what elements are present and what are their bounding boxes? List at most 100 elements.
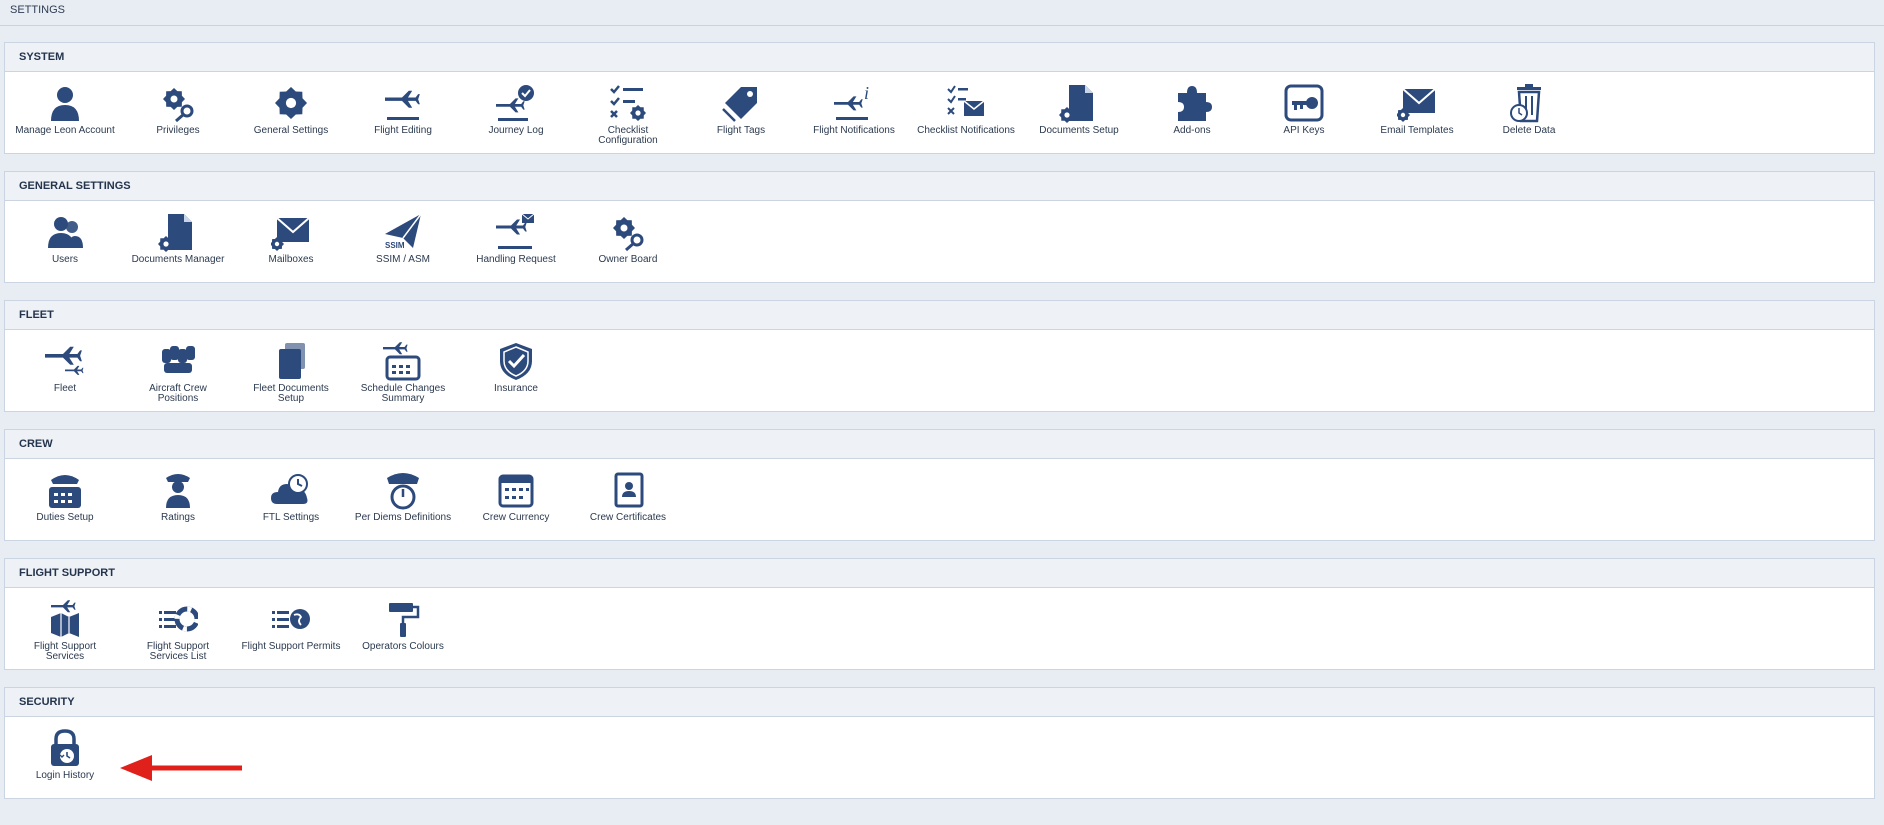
settings-item-per-diems-definitions[interactable]: Per Diems Definitions [353, 469, 453, 523]
checklist-gear-icon [606, 82, 650, 124]
section-flight-support: FLIGHT SUPPORT Flight Support Services Fli… [4, 558, 1875, 670]
section-body: Flight Support Services Flight Support Se… [5, 588, 1874, 669]
settings-item-ssim-asm[interactable]: SSIM SSIM / ASM [353, 211, 453, 265]
settings-item-journey-log[interactable]: Journey Log [466, 82, 566, 136]
settings-item-fleet[interactable]: Fleet [15, 340, 115, 394]
section-fleet: FLEET Fleet Aircraft Crew Positions Fleet D… [4, 300, 1875, 412]
settings-item-insurance[interactable]: Insurance [466, 340, 566, 394]
settings-item-delete-data[interactable]: Delete Data [1479, 82, 1579, 136]
settings-item-label: Handling Request [476, 254, 556, 265]
settings-item-label: Duties Setup [36, 512, 94, 523]
settings-item-owner-board[interactable]: Owner Board [578, 211, 678, 265]
pilot-icon [156, 469, 200, 511]
plane-mail-icon [494, 211, 538, 253]
settings-item-users[interactable]: Users [15, 211, 115, 265]
page-title: SETTINGS [0, 0, 1884, 26]
settings-item-checklist-configuration[interactable]: Checklist Configuration [578, 82, 678, 146]
shield-check-icon [494, 340, 538, 382]
settings-item-label: Per Diems Definitions [354, 512, 452, 523]
section-security: SECURITY Login History [4, 687, 1875, 799]
section-body: Manage Leon Account Privileges General Set… [5, 72, 1874, 153]
document-gear-icon [1057, 82, 1101, 124]
document-gear-icon [156, 211, 200, 253]
lock-history-icon [43, 727, 87, 769]
settings-item-login-history[interactable]: Login History [15, 727, 115, 781]
section-header: SECURITY [5, 688, 1874, 717]
settings-item-label: Owner Board [598, 254, 658, 265]
tags-icon [719, 82, 763, 124]
puzzle-icon [1170, 82, 1214, 124]
settings-item-label: Checklist Notifications [917, 125, 1015, 136]
planes-icon [43, 340, 87, 382]
settings-item-label: Flight Support Services [33, 641, 97, 662]
settings-item-label: FTL Settings [262, 512, 320, 523]
settings-item-label: API Keys [1283, 125, 1325, 136]
settings-item-crew-currency[interactable]: Crew Currency [466, 469, 566, 523]
settings-item-add-ons[interactable]: Add-ons [1142, 82, 1242, 136]
settings-item-flight-editing[interactable]: Flight Editing [353, 82, 453, 136]
trash-clock-icon [1507, 82, 1551, 124]
settings-item-crew-certificates[interactable]: Crew Certificates [578, 469, 678, 523]
settings-item-flight-support-permits[interactable]: Flight Support Permits [241, 598, 341, 652]
red-arrow-annotation [120, 755, 242, 781]
svg-text:SSIM: SSIM [385, 241, 405, 250]
settings-item-label: Crew Certificates [589, 512, 667, 523]
settings-item-mailboxes[interactable]: Mailboxes [241, 211, 341, 265]
settings-item-flight-tags[interactable]: Flight Tags [691, 82, 791, 136]
plane-map-icon [43, 598, 87, 640]
settings-item-general-settings[interactable]: General Settings [241, 82, 341, 136]
plane-check-icon [494, 82, 538, 124]
mail-gear-icon [269, 211, 313, 253]
settings-item-flight-notifications[interactable]: i Flight Notifications [804, 82, 904, 136]
settings-item-manage-leon-account[interactable]: Manage Leon Account [15, 82, 115, 136]
pilot-calendar-icon [43, 469, 87, 511]
paper-plane-icon: SSIM [381, 211, 425, 253]
settings-item-label: Fleet [53, 383, 77, 394]
gear-icon [269, 82, 313, 124]
settings-item-email-templates[interactable]: Email Templates [1367, 82, 1467, 136]
settings-item-fleet-documents-setup[interactable]: Fleet Documents Setup [241, 340, 341, 404]
settings-item-label: Insurance [494, 383, 538, 394]
plane-calendar-icon [381, 340, 425, 382]
settings-item-flight-support-services-list[interactable]: Flight Support Services List [128, 598, 228, 662]
section-header: FLIGHT SUPPORT [5, 559, 1874, 588]
settings-item-label: Checklist Configuration [598, 125, 658, 146]
settings-item-label: Documents Setup [1039, 125, 1119, 136]
settings-panels: SYSTEM Manage Leon Account Privileges Gener… [0, 42, 1884, 799]
section-body: Login History [5, 717, 1874, 798]
pilot-gauge-icon [381, 469, 425, 511]
certificate-icon [606, 469, 650, 511]
key-icon [1282, 82, 1326, 124]
settings-item-privileges[interactable]: Privileges [128, 82, 228, 136]
settings-item-flight-support-services[interactable]: Flight Support Services [15, 598, 115, 662]
settings-item-api-keys[interactable]: API Keys [1254, 82, 1354, 136]
section-header: CREW [5, 430, 1874, 459]
settings-item-ratings[interactable]: Ratings [128, 469, 228, 523]
settings-item-checklist-notifications[interactable]: Checklist Notifications [916, 82, 1016, 136]
settings-item-label: SSIM / ASM [376, 254, 430, 265]
settings-item-schedule-changes-summary[interactable]: Schedule Changes Summary [353, 340, 453, 404]
settings-item-label: Flight Support Permits [241, 641, 341, 652]
section-header: FLEET [5, 301, 1874, 330]
settings-item-label: Login History [35, 770, 95, 781]
settings-item-ftl-settings[interactable]: FTL Settings [241, 469, 341, 523]
settings-item-documents-manager[interactable]: Documents Manager [128, 211, 228, 265]
list-globe-icon [269, 598, 313, 640]
settings-item-label: Privileges [156, 125, 200, 136]
settings-item-aircraft-crew-positions[interactable]: Aircraft Crew Positions [128, 340, 228, 404]
section-body: Fleet Aircraft Crew Positions Fleet Docume… [5, 330, 1874, 411]
settings-item-handling-request[interactable]: Handling Request [466, 211, 566, 265]
checklist-mail-icon [944, 82, 988, 124]
settings-item-label: Flight Notifications [813, 125, 895, 136]
settings-item-documents-setup[interactable]: Documents Setup [1029, 82, 1129, 136]
paint-roller-icon [381, 598, 425, 640]
section-header: SYSTEM [5, 43, 1874, 72]
settings-item-label: Flight Editing [374, 125, 432, 136]
section-header: GENERAL SETTINGS [5, 172, 1874, 201]
section-general-settings: GENERAL SETTINGS Users Documents Manager Ma… [4, 171, 1875, 283]
settings-item-label: Mailboxes [268, 254, 314, 265]
settings-item-label: Flight Support Services List [146, 641, 210, 662]
settings-item-duties-setup[interactable]: Duties Setup [15, 469, 115, 523]
settings-item-label: Email Templates [1380, 125, 1454, 136]
settings-item-operators-colours[interactable]: Operators Colours [353, 598, 453, 652]
